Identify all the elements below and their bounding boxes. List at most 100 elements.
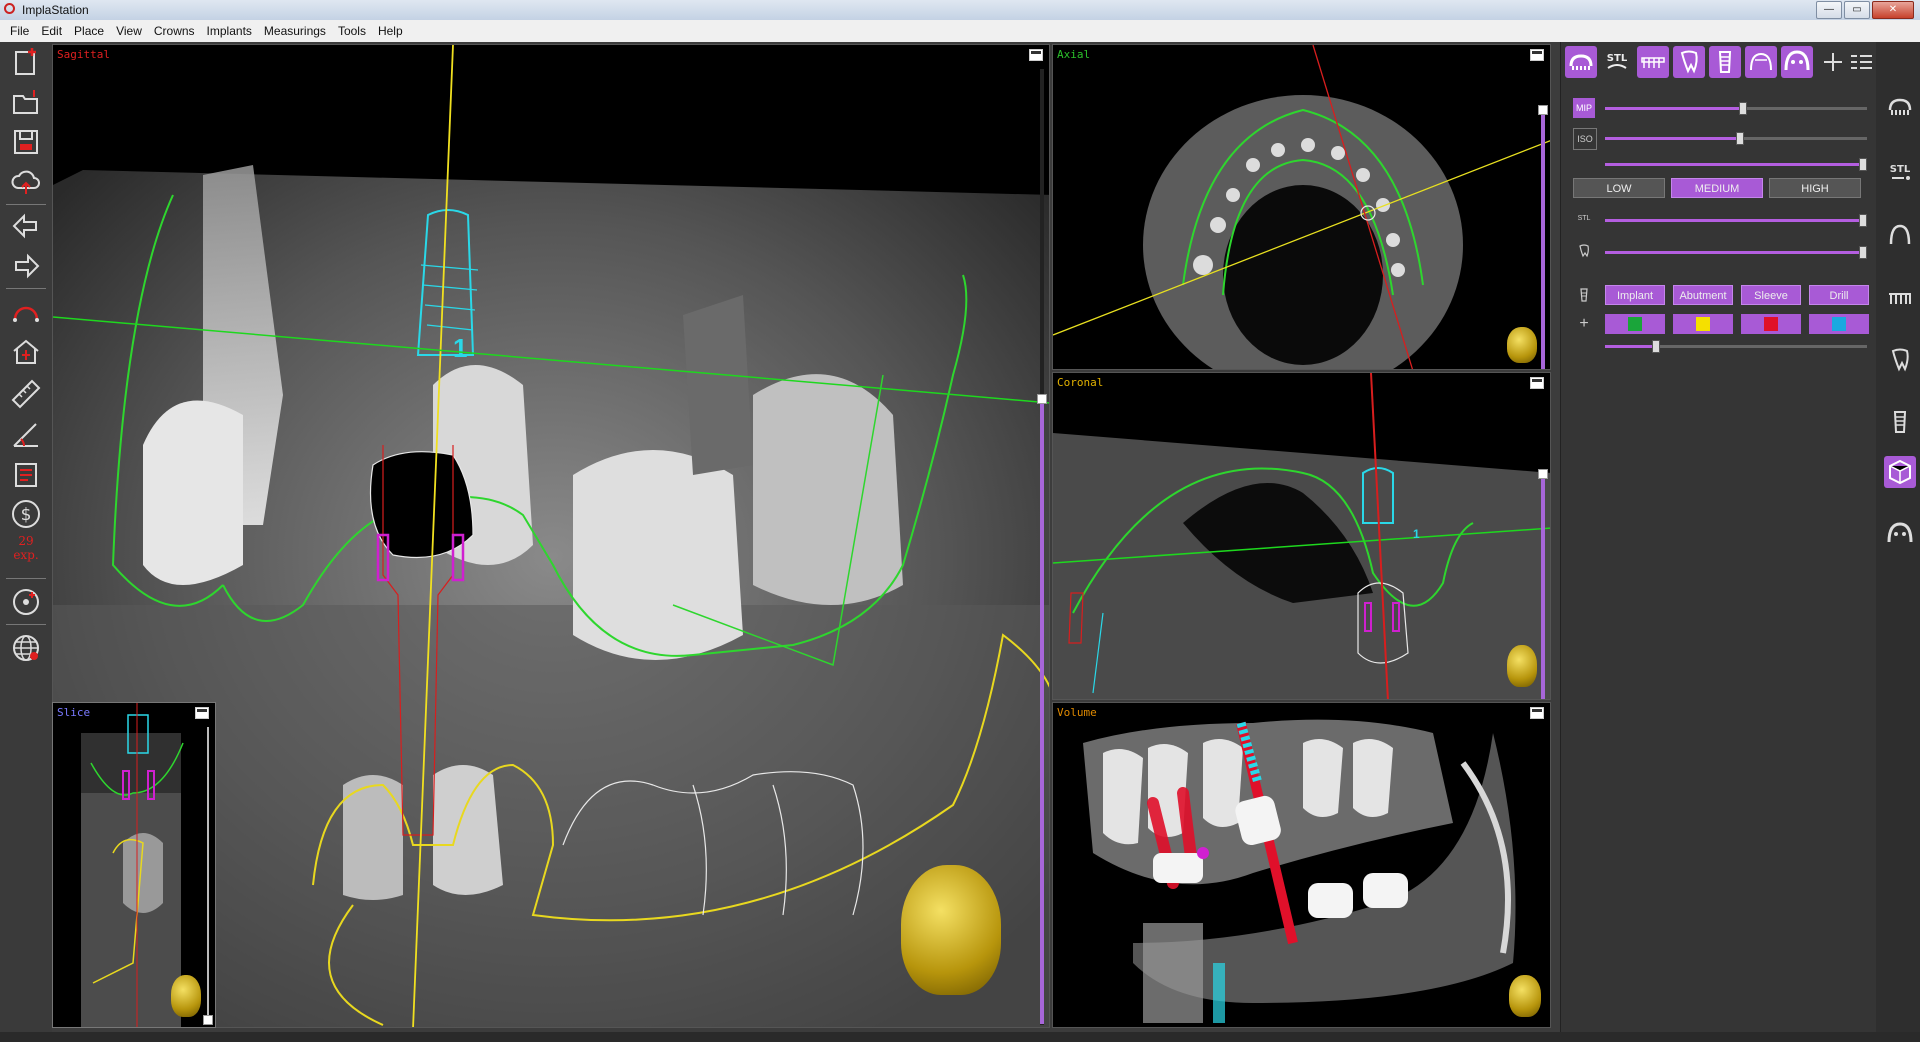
stl-scan-icon[interactable]: STL <box>1884 156 1916 188</box>
iso-toggle[interactable]: ISO <box>1573 128 1597 150</box>
stl-icon[interactable]: STL <box>1601 46 1633 78</box>
menu-implants[interactable]: Implants <box>203 24 260 38</box>
color-chip-blue[interactable] <box>1809 314 1869 334</box>
save-disk-icon[interactable] <box>10 126 42 158</box>
menu-place[interactable]: Place <box>70 24 112 38</box>
menu-help[interactable]: Help <box>374 24 411 38</box>
close-button[interactable]: ✕ <box>1872 1 1914 19</box>
axial-view[interactable]: Axial <box>1052 44 1551 370</box>
implant-button[interactable]: Implant <box>1605 285 1665 305</box>
arrow-right-icon[interactable] <box>10 250 42 282</box>
arch-teeth-icon[interactable] <box>1884 92 1916 124</box>
sleeve-button[interactable]: Sleeve <box>1741 285 1801 305</box>
coronal-maximize-button[interactable] <box>1530 377 1544 389</box>
angle-measure-icon[interactable] <box>10 418 42 450</box>
report-icon[interactable] <box>10 458 42 490</box>
slice-scroll-track[interactable] <box>207 727 209 1023</box>
iso-slider[interactable] <box>1605 132 1867 145</box>
iso-slider-fill <box>1605 137 1736 140</box>
implant-icon[interactable] <box>1709 46 1741 78</box>
slice-view[interactable]: Slice <box>52 702 216 1028</box>
menu-edit[interactable]: Edit <box>37 24 70 38</box>
color-swatch <box>1832 317 1846 331</box>
color-chip-red[interactable] <box>1741 314 1801 334</box>
orientation-head-icon[interactable] <box>901 865 1001 995</box>
sagittal-slice-fill <box>1040 400 1044 1024</box>
slice-scroll-handle[interactable] <box>203 1015 213 1025</box>
volume-maximize-button[interactable] <box>1530 707 1544 719</box>
abutment-button[interactable]: Abutment <box>1673 285 1733 305</box>
list-settings-icon[interactable] <box>1845 46 1877 78</box>
home-implant-icon[interactable] <box>10 336 42 368</box>
arrow-left-icon[interactable] <box>10 210 42 242</box>
tooth-side-icon[interactable] <box>1884 344 1916 376</box>
iso-max-slider[interactable] <box>1605 158 1868 171</box>
minimize-button[interactable]: — <box>1816 1 1842 19</box>
properties-panel: STL MIP ISO LOW MEDIUM HIGH STL Implant … <box>1560 42 1876 1032</box>
menu-file[interactable]: File <box>6 24 37 38</box>
quality-high-button[interactable]: HIGH <box>1769 178 1861 198</box>
dentition-side-icon[interactable] <box>1884 282 1916 314</box>
iso-max-slider-knob[interactable] <box>1859 158 1868 171</box>
menu-crowns[interactable]: Crowns <box>150 24 203 38</box>
object-size-slider[interactable] <box>1605 340 1867 353</box>
coronal-view[interactable]: 1 Coronal <box>1052 372 1551 700</box>
guide-side-icon[interactable] <box>1884 518 1916 550</box>
globe-icon[interactable] <box>10 632 42 664</box>
ruler-icon[interactable] <box>10 378 42 410</box>
implant-number-label: 1 <box>453 333 467 363</box>
dollar-icon[interactable]: $ <box>10 498 42 530</box>
guide-icon[interactable] <box>1781 46 1813 78</box>
axial-orientation-head-icon[interactable] <box>1507 327 1537 363</box>
stl-opacity-slider[interactable] <box>1605 214 1868 227</box>
color-chip-green[interactable] <box>1605 314 1665 334</box>
tooth-opacity-slider-knob[interactable] <box>1859 246 1868 259</box>
axial-view-label: Axial <box>1057 48 1091 61</box>
window-title: ImplaStation <box>22 3 89 17</box>
menu-view[interactable]: View <box>112 24 150 38</box>
sagittal-slice-handle[interactable] <box>1037 394 1047 404</box>
tooth-icon[interactable] <box>1673 46 1705 78</box>
mip-slider-knob[interactable] <box>1738 102 1747 115</box>
iso-slider-knob[interactable] <box>1736 132 1744 145</box>
dentition-icon[interactable] <box>1637 46 1669 78</box>
new-project-icon[interactable] <box>10 46 42 78</box>
coronal-scan-image: 1 <box>1053 373 1550 699</box>
cloud-upload-icon[interactable] <box>10 166 42 198</box>
quality-medium-button[interactable]: MEDIUM <box>1671 178 1763 198</box>
teeth-scan-icon[interactable] <box>1565 46 1597 78</box>
menu-measurings[interactable]: Measurings <box>260 24 334 38</box>
axial-maximize-button[interactable] <box>1530 49 1544 61</box>
volume-3d-icon[interactable] <box>1884 456 1916 488</box>
slice-maximize-button[interactable] <box>195 707 209 719</box>
stl-opacity-slider-knob[interactable] <box>1859 214 1868 227</box>
disc-settings-icon[interactable] <box>10 586 42 618</box>
implant-side-icon[interactable] <box>1884 406 1916 438</box>
maximize-button[interactable]: ▭ <box>1844 1 1870 19</box>
credits-label: exp. <box>13 548 39 562</box>
menu-tools[interactable]: Tools <box>334 24 374 38</box>
toolbar-divider <box>6 204 46 205</box>
axial-slice-handle[interactable] <box>1538 105 1548 115</box>
object-size-slider-knob[interactable] <box>1652 340 1661 353</box>
color-chip-yellow[interactable] <box>1673 314 1733 334</box>
mip-slider[interactable] <box>1605 102 1867 115</box>
slice-orientation-head-icon[interactable] <box>171 975 201 1017</box>
arch-icon[interactable] <box>1745 46 1777 78</box>
axial-slice-fill[interactable] <box>1541 107 1545 369</box>
coronal-slice-handle[interactable] <box>1538 469 1548 479</box>
volume-render-image <box>1083 719 1516 1023</box>
drill-button[interactable]: Drill <box>1809 285 1869 305</box>
nerve-canal-icon[interactable] <box>1884 218 1916 250</box>
volume-orientation-head-icon[interactable] <box>1509 975 1541 1017</box>
sagittal-maximize-button[interactable] <box>1029 49 1043 61</box>
volume-view[interactable]: Volume <box>1052 702 1551 1028</box>
open-folder-icon[interactable] <box>10 86 42 118</box>
coronal-orientation-head-icon[interactable] <box>1507 645 1537 687</box>
coronal-slice-fill[interactable] <box>1541 473 1545 699</box>
add-color-icon[interactable]: + <box>1575 315 1593 333</box>
quality-low-button[interactable]: LOW <box>1573 178 1665 198</box>
panoramic-curve-icon[interactable] <box>10 294 42 326</box>
tooth-opacity-slider[interactable] <box>1605 246 1868 259</box>
mip-toggle[interactable]: MIP <box>1573 98 1595 118</box>
